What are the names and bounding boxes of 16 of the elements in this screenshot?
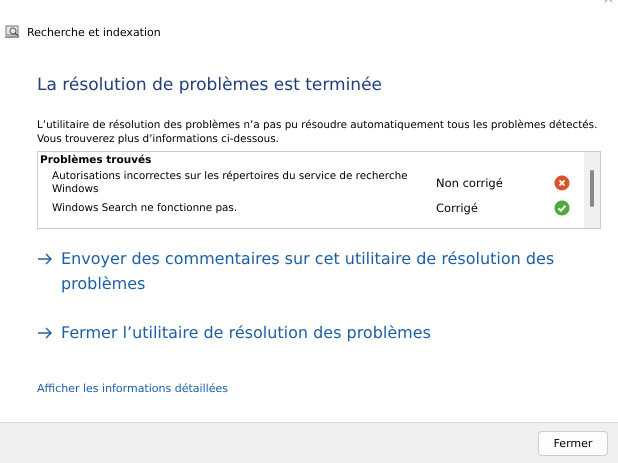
- window-title: Recherche et indexation: [27, 26, 161, 38]
- action-link[interactable]: Fermer l’utilitaire de résolution des problèmes: [37, 320, 567, 345]
- action-link[interactable]: Envoyer des commentaires sur cet utilitaire de résolution des problèmes: [37, 246, 567, 296]
- problem-status: Corrigé: [436, 201, 479, 215]
- heading: La résolution de problèmes est terminée: [37, 75, 383, 95]
- arrow-icon: [37, 253, 53, 265]
- scrollbar[interactable]: [584, 152, 600, 228]
- list-title: Problèmes trouvés: [40, 154, 152, 166]
- details-link[interactable]: Afficher les informations détaillées: [37, 382, 228, 395]
- problem-name: Autorisations incorrectes sur les répertoires du service de recherche Windows: [52, 170, 409, 196]
- message: L’utilitaire de résolution des problèmes n’a pas pu résoudre automatiquement tous les problèmes détectés. Vous trouverez plus d’informations ci-dessous.: [37, 118, 598, 146]
- arrow-icon: [37, 327, 53, 339]
- problem-name: Windows Search ne fonctionne pas.: [52, 202, 238, 214]
- close-button[interactable]: Fermer: [538, 430, 608, 456]
- app-icon: [5, 25, 21, 39]
- problem-status: Non corrigé: [436, 176, 504, 190]
